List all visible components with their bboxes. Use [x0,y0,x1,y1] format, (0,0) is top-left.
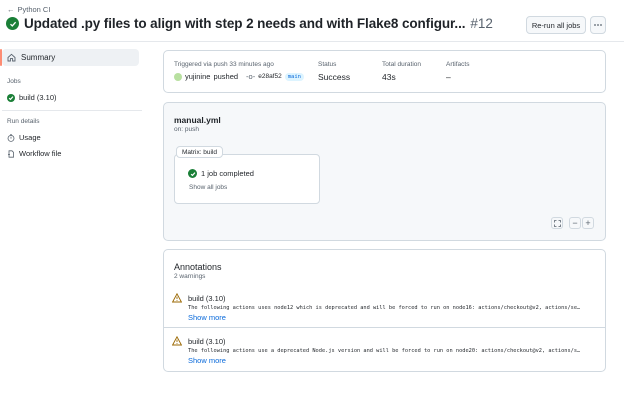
active-indicator [0,49,2,66]
actor-action: pushed [213,72,239,81]
check-circle-icon [188,169,197,178]
duration-value: 43s [382,72,396,82]
fullscreen-button[interactable] [551,217,563,229]
fullscreen-icon [553,219,561,227]
actor-name[interactable]: yujinine [185,72,210,81]
more-options-button[interactable] [590,16,606,34]
job-status-row[interactable]: 1 job completed [188,169,254,178]
avatar[interactable] [174,72,182,81]
back-to-workflow-link[interactable]: ← Python CI [7,5,50,14]
matrix-job-box: 1 job completed Show all jobs [174,154,320,204]
sidebar-item-label: Summary [21,53,56,62]
sidebar-divider [2,110,142,111]
artifacts-value: – [446,72,451,82]
git-commit-icon: -o- [246,72,256,81]
arrow-left-icon: ← [7,5,15,14]
sidebar-item-summary[interactable]: Summary [2,49,139,66]
status-value: Success [318,72,351,82]
run-number: #12 [470,16,493,31]
file-icon [8,149,14,158]
rerun-all-jobs-button[interactable]: Re-run all jobs [526,16,586,34]
commit-sha[interactable]: e28af52 [258,73,282,80]
show-more-link[interactable]: Show more [188,356,226,365]
sidebar-item-workflow-file[interactable]: Workflow file [7,149,61,158]
annotations-count: 2 warnings [174,273,206,280]
status-label: Status [318,61,337,68]
workflow-file-name: manual.yml [174,115,221,125]
annotation-message: The following actions uses node12 which … [188,305,581,311]
annotation-divider [164,327,605,328]
annotation-message: The following actions use a deprecated N… [188,348,581,354]
sidebar-item-usage[interactable]: Usage [7,133,41,142]
trigger-text: Triggered via push 33 minutes ago [174,61,274,68]
check-circle-icon [6,17,19,30]
job-status-text: 1 job completed [201,169,254,178]
show-all-jobs-link[interactable]: Show all jobs [189,184,227,191]
workflow-trigger: on: push [174,126,199,133]
sidebar-item-job-build[interactable]: build (3.10) [7,93,57,102]
header-divider [0,41,624,42]
run-title-row: Updated .py files to align with step 2 n… [6,16,493,31]
show-more-link[interactable]: Show more [188,313,226,322]
run-summary-card: Triggered via push 33 minutes ago yujini… [163,50,606,93]
run-title: Updated .py files to align with step 2 n… [24,16,466,31]
artifacts-label: Artifacts [446,61,470,68]
check-circle-icon [7,93,15,102]
jobs-heading: Jobs [7,78,21,85]
sidebar-item-label: Usage [19,133,41,142]
kebab-horizontal-icon [594,24,602,26]
annotation-job[interactable]: build (3.10) [188,337,226,346]
sidebar-item-label: Workflow file [19,149,62,158]
stopwatch-icon [7,133,15,142]
annotations-title: Annotations [174,262,222,272]
branch-badge[interactable]: main [284,72,304,81]
sidebar-item-label: build (3.10) [19,93,57,102]
zoom-out-button[interactable]: − [569,217,581,229]
matrix-label: Matrix: build [176,146,224,158]
workflow-name: Python CI [17,5,51,14]
zoom-in-button[interactable]: + [582,217,594,229]
annotation-job[interactable]: build (3.10) [188,294,226,303]
commit-info: yujinine pushed -o- e28af52 main [174,72,304,81]
alert-icon [172,336,182,346]
run-details-heading: Run details [7,118,40,125]
alert-icon [172,293,182,303]
home-icon [7,53,16,62]
duration-label: Total duration [382,61,422,68]
